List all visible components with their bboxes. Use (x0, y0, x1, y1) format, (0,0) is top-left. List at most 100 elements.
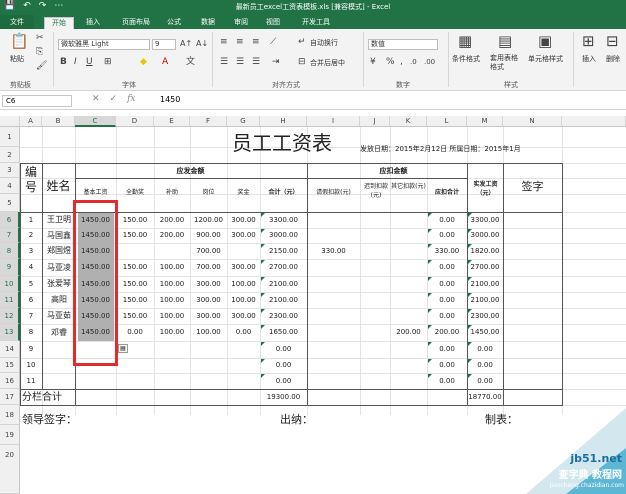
net-cell[interactable]: 2100.00 (467, 292, 503, 308)
employee-name[interactable]: 马亚凌 (43, 259, 75, 276)
allowance-cell[interactable]: 100.00 (154, 292, 190, 308)
insert-cells-icon[interactable]: ⊞ (582, 33, 595, 49)
tab-formulas[interactable]: 公式 (162, 17, 186, 29)
deduct-cell[interactable]: 200.00 (427, 324, 467, 341)
tab-review[interactable]: 审阅 (230, 17, 252, 29)
allowance-cell[interactable]: 100.00 (154, 259, 190, 276)
total-cell[interactable]: 2100.00 (260, 276, 307, 292)
post-cell[interactable]: 900.00 (190, 228, 227, 243)
insert-function-icon[interactable]: fx (127, 94, 135, 104)
italic-icon[interactable]: I (74, 57, 77, 67)
cancel-icon[interactable]: ✕ (92, 94, 100, 104)
decrease-decimal-icon[interactable]: .00 (424, 57, 435, 67)
subtotal-net[interactable]: 18770.00 (467, 390, 503, 404)
deduct-cell[interactable]: 0.00 (427, 276, 467, 292)
tab-insert[interactable]: 插入 (82, 17, 104, 29)
employee-name[interactable]: 张爱琴 (43, 276, 75, 292)
bonus-cell[interactable]: 0.00 (227, 324, 260, 341)
subtotal-total[interactable]: 19300.00 (260, 390, 307, 404)
bonus-cell[interactable]: 100.00 (227, 276, 260, 292)
total-cell[interactable]: 2100.00 (260, 292, 307, 308)
align-right-icon[interactable]: ☰ (252, 57, 260, 67)
col-header-L[interactable]: L (427, 116, 467, 127)
attendance-cell[interactable]: 150.00 (116, 292, 154, 308)
col-header-J[interactable]: J (360, 116, 390, 127)
autofill-options-icon[interactable]: ▤ (118, 344, 128, 353)
net-cell[interactable]: 1450.00 (467, 324, 503, 341)
row-number[interactable]: 10 (20, 358, 42, 373)
format-as-table-button[interactable]: 套用表格格式 (490, 54, 524, 72)
tab-file[interactable]: 文件 (0, 15, 34, 29)
employee-name[interactable]: 王卫明 (43, 212, 75, 228)
cell-styles-button[interactable]: 单元格样式 (528, 54, 563, 64)
row-header-7[interactable]: 7 (0, 228, 20, 243)
net-cell[interactable]: 3300.00 (467, 212, 503, 228)
col-header-I[interactable]: I (307, 116, 360, 127)
other-cell[interactable]: 200.00 (390, 324, 427, 341)
tab-page-layout[interactable]: 页面布局 (113, 17, 159, 29)
row-header-18[interactable]: 18 (0, 405, 20, 425)
fill-color-icon[interactable]: ◆ (140, 57, 147, 67)
row-header-14[interactable]: 14 (0, 341, 20, 358)
row-header-15[interactable]: 15 (0, 358, 20, 373)
net-cell[interactable]: 0.00 (467, 358, 503, 373)
bonus-cell[interactable]: 300.00 (227, 212, 260, 228)
font-size-select[interactable]: 9 (152, 39, 176, 50)
leave-cell[interactable]: 330.00 (307, 243, 360, 259)
row-header-9[interactable]: 9 (0, 259, 20, 276)
tab-view[interactable]: 视图 (262, 17, 284, 29)
row-number[interactable]: 4 (20, 259, 42, 276)
delete-cells-button[interactable]: 删除 (606, 54, 620, 64)
allowance-cell[interactable]: 100.00 (154, 324, 190, 341)
net-cell[interactable]: 3000.00 (467, 228, 503, 243)
total-cell[interactable]: 0.00 (260, 358, 307, 373)
row-number[interactable]: 3 (20, 243, 42, 259)
total-cell[interactable]: 0.00 (260, 373, 307, 389)
col-header-M[interactable]: M (467, 116, 503, 127)
row-number[interactable]: 11 (20, 373, 42, 389)
total-cell[interactable]: 1650.00 (260, 324, 307, 341)
wrap-text-icon[interactable]: ↵ (298, 37, 306, 47)
allowance-cell[interactable]: 100.00 (154, 276, 190, 292)
deduct-cell[interactable]: 0.00 (427, 308, 467, 324)
delete-cells-icon[interactable]: ⊟ (606, 33, 619, 49)
row-header-12[interactable]: 12 (0, 308, 20, 324)
row-header-8[interactable]: 8 (0, 243, 20, 259)
bonus-cell[interactable]: 100.00 (227, 292, 260, 308)
comma-icon[interactable]: , (400, 57, 403, 67)
paste-button[interactable]: 粘贴 (10, 54, 24, 64)
employee-name[interactable]: 邓睿 (43, 324, 75, 341)
row-header-2[interactable]: 2 (0, 147, 20, 163)
deduct-cell[interactable]: 0.00 (427, 212, 467, 228)
copy-icon[interactable]: ⎘ (36, 47, 43, 57)
col-header-E[interactable]: E (154, 116, 190, 127)
col-header-C[interactable]: C (75, 116, 116, 127)
tab-data[interactable]: 数据 (196, 17, 220, 29)
bonus-cell[interactable]: 300.00 (227, 308, 260, 324)
total-cell[interactable]: 2150.00 (260, 243, 307, 259)
deduct-cell[interactable]: 330.00 (427, 243, 467, 259)
indent-icon[interactable]: ⇥ (272, 57, 280, 67)
row-number[interactable]: 6 (20, 292, 42, 308)
grow-font-icon[interactable]: A↑ (180, 39, 192, 49)
row-number[interactable]: 8 (20, 324, 42, 341)
merge-center-button[interactable]: 合并后居中 (310, 58, 345, 68)
cell-styles-icon[interactable]: ▣ (538, 33, 552, 49)
col-header-N[interactable]: N (503, 116, 562, 127)
tab-developer[interactable]: 开发工具 (297, 17, 335, 29)
paste-icon[interactable]: 📋 (10, 33, 29, 49)
row-number[interactable]: 7 (20, 308, 42, 324)
row-header-10[interactable]: 10 (0, 276, 20, 292)
align-left-icon[interactable]: ☰ (220, 57, 228, 67)
row-header-17[interactable]: 17 (0, 389, 20, 405)
wrap-text-button[interactable]: 自动换行 (310, 38, 338, 48)
employee-name[interactable]: 马国鑫 (43, 228, 75, 243)
font-name-select[interactable]: 微软雅黑 Light (58, 39, 150, 50)
row-number[interactable]: 9 (20, 341, 42, 358)
deduct-cell[interactable]: 0.00 (427, 358, 467, 373)
select-all-corner[interactable] (0, 116, 20, 127)
net-cell[interactable]: 0.00 (467, 341, 503, 358)
row-header-13[interactable]: 13 (0, 324, 20, 341)
attendance-cell[interactable]: 150.00 (116, 212, 154, 228)
deduct-cell[interactable]: 0.00 (427, 259, 467, 276)
